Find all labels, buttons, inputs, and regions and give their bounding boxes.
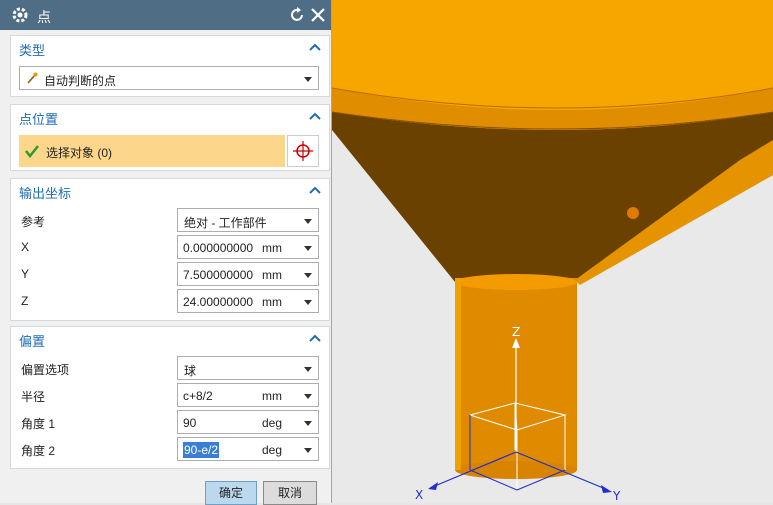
x-value[interactable]: 0.000000000	[183, 241, 261, 255]
axis-z-label: Z	[512, 325, 520, 339]
chevron-down-icon	[304, 367, 312, 372]
type-section: 类型 自动判断的点	[10, 35, 330, 97]
model-view[interactable]: Z X Y	[332, 0, 773, 503]
chevron-down-icon	[304, 77, 312, 82]
radius-unit: mm	[262, 389, 282, 403]
chevron-down-icon[interactable]	[304, 394, 312, 399]
dialog-title: 点	[37, 9, 51, 25]
x-label: X	[21, 240, 30, 254]
y-label: Y	[21, 267, 30, 281]
offset-option-dropdown[interactable]: 球	[177, 356, 319, 380]
select-object-label: 选择对象 (0)	[46, 146, 113, 160]
point-location-header[interactable]: 点位置	[11, 105, 329, 129]
z-value[interactable]: 24.00000000	[183, 295, 261, 309]
reference-value: 绝对 - 工作部件	[184, 216, 267, 230]
y-value[interactable]: 7.500000000	[183, 268, 261, 282]
point-location-section: 点位置 选择对象 (0)	[10, 104, 330, 171]
gear-icon[interactable]	[11, 6, 29, 24]
output-coords-title: 输出坐标	[19, 186, 72, 201]
chevron-down-icon[interactable]	[304, 273, 312, 278]
cancel-button[interactable]: 取消	[263, 481, 317, 505]
axis-x-label: X	[415, 488, 423, 502]
type-dropdown[interactable]: 自动判断的点	[19, 66, 319, 90]
reference-dropdown[interactable]: 绝对 - 工作部件	[177, 208, 319, 232]
dialog-titlebar[interactable]: 点	[0, 0, 331, 30]
output-coords-section: 输出坐标 参考 绝对 - 工作部件 X 0.000000000 mm Y 7.5…	[10, 178, 330, 321]
type-section-header[interactable]: 类型	[11, 36, 329, 60]
radius-label: 半径	[21, 390, 46, 404]
type-section-title: 类型	[19, 43, 46, 58]
axis-y-label: Y	[612, 489, 621, 503]
angle1-field[interactable]: 90 deg	[177, 410, 319, 434]
chevron-up-icon[interactable]	[309, 185, 321, 195]
offset-title: 偏置	[19, 334, 46, 349]
angle2-field[interactable]: 90-e/2 deg	[177, 437, 319, 461]
point-dialog-button[interactable]	[287, 135, 319, 167]
radius-field[interactable]: c+8/2 mm	[177, 383, 319, 407]
point-marker	[627, 207, 639, 219]
offset-section: 偏置 偏置选项 球 半径 c+8/2 mm 角度 1 90 deg 角度 2 9…	[10, 326, 330, 469]
angle1-label: 角度 1	[21, 417, 56, 431]
angle2-label: 角度 2	[21, 444, 56, 458]
x-field[interactable]: 0.000000000 mm	[177, 235, 319, 259]
chevron-down-icon[interactable]	[304, 300, 312, 305]
z-field[interactable]: 24.00000000 mm	[177, 289, 319, 313]
point-dialog: 点 类型 自动判断的点 点位置 选择对象 (0) 输出坐标 参考 绝对 - 工作…	[0, 0, 332, 505]
chevron-down-icon[interactable]	[304, 421, 312, 426]
offset-header[interactable]: 偏置	[11, 327, 329, 351]
y-field[interactable]: 7.500000000 mm	[177, 262, 319, 286]
angle1-unit: deg	[262, 416, 283, 430]
chevron-up-icon[interactable]	[309, 111, 321, 121]
angle1-value[interactable]: 90	[183, 416, 261, 430]
reset-icon[interactable]	[288, 6, 306, 24]
inferred-point-icon	[27, 72, 38, 84]
z-unit: mm	[262, 295, 282, 309]
output-coords-header[interactable]: 输出坐标	[11, 179, 329, 203]
select-object-row[interactable]: 选择对象 (0)	[19, 135, 285, 167]
reference-label: 参考	[21, 215, 46, 229]
ok-button[interactable]: 确定	[205, 481, 257, 505]
angle2-unit: deg	[262, 443, 283, 457]
radius-value[interactable]: c+8/2	[183, 389, 261, 403]
type-dropdown-value: 自动判断的点	[44, 74, 117, 88]
point-location-title: 点位置	[19, 112, 59, 127]
chevron-up-icon[interactable]	[309, 333, 321, 343]
close-icon[interactable]	[309, 6, 327, 24]
x-unit: mm	[262, 241, 282, 255]
offset-option-value: 球	[184, 364, 197, 378]
chevron-down-icon[interactable]	[304, 246, 312, 251]
chevron-up-icon[interactable]	[309, 42, 321, 52]
angle2-value[interactable]: 90-e/2	[183, 442, 220, 458]
graphics-viewport[interactable]: Z X Y	[332, 0, 773, 503]
offset-option-label: 偏置选项	[21, 363, 70, 377]
y-unit: mm	[262, 268, 282, 282]
crosshair-icon	[293, 141, 313, 161]
z-label: Z	[21, 294, 29, 308]
chevron-down-icon[interactable]	[304, 448, 312, 453]
chevron-down-icon	[304, 219, 312, 224]
checkmark-icon	[25, 145, 39, 158]
